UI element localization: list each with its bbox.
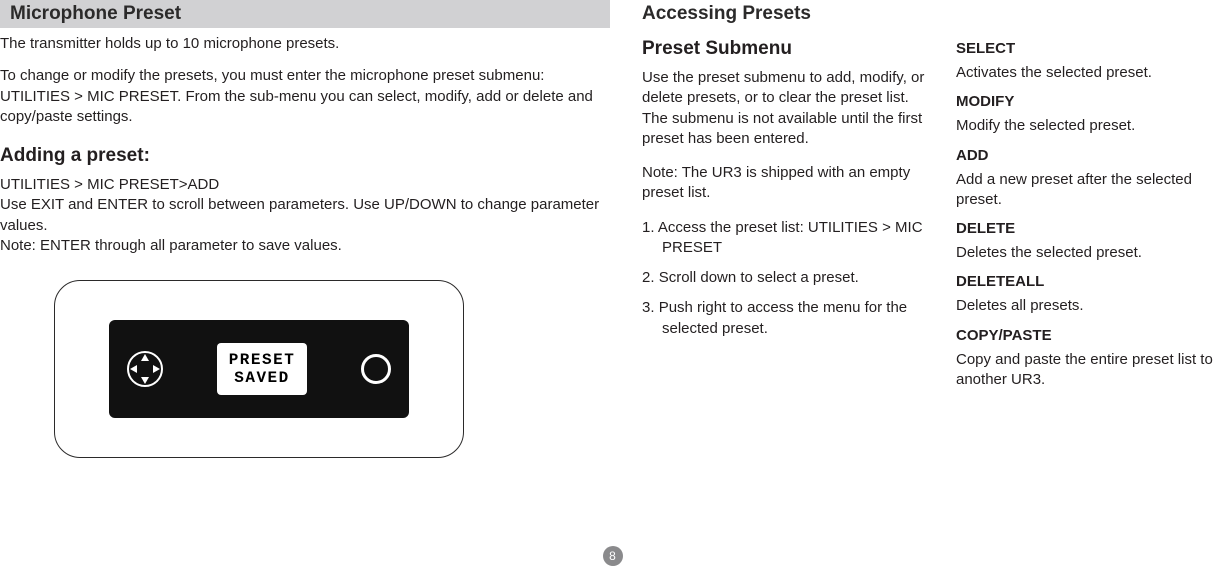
list-item: Push right to access the menu for the se…	[642, 298, 930, 339]
cmd-add: ADD	[956, 147, 1215, 164]
enter-button-icon	[361, 354, 391, 384]
adding-preset-title: Adding a preset:	[0, 145, 610, 167]
cmd-deleteall: DELETEALL	[956, 273, 1215, 290]
device-line1: PRESET	[229, 351, 296, 369]
cmd-copypaste: COPY/PASTE	[956, 327, 1215, 344]
cmd-copypaste-desc: Copy and paste the entire preset list to…	[956, 350, 1215, 391]
adding-path: UTILITIES > MIC PRESET>ADD	[0, 175, 610, 195]
cmd-add-desc: Add a new preset after the selected pres…	[956, 170, 1215, 211]
section-header-accessing-presets: Accessing Presets	[642, 0, 1215, 28]
adding-instructions: Use EXIT and ENTER to scroll between par…	[0, 195, 610, 236]
device-screen: PRESET SAVED	[109, 320, 409, 418]
page-number-value: 8	[609, 549, 616, 563]
cmd-modify-desc: Modify the selected preset.	[956, 116, 1215, 136]
cmd-deleteall-desc: Deletes all presets.	[956, 296, 1215, 316]
cmd-delete: DELETE	[956, 220, 1215, 237]
device-illustration: PRESET SAVED	[54, 280, 464, 458]
preset-submenu-body: Use the preset submenu to add, modify, o…	[642, 68, 930, 149]
cmd-select-desc: Activates the selected preset.	[956, 63, 1215, 83]
page-number: 8	[603, 546, 623, 566]
preset-steps: Access the preset list: UTILITIES > MIC …	[642, 218, 930, 339]
preset-submenu-title: Preset Submenu	[642, 38, 930, 60]
intro-1: The transmitter holds up to 10 microphon…	[0, 34, 610, 54]
section-title: Accessing Presets	[642, 3, 1215, 25]
intro-2: To change or modify the presets, you mus…	[0, 66, 610, 127]
device-message: PRESET SAVED	[217, 343, 308, 396]
section-header-microphone-preset: Microphone Preset	[0, 0, 610, 28]
cmd-modify: MODIFY	[956, 93, 1215, 110]
cmd-delete-desc: Deletes the selected preset.	[956, 243, 1215, 263]
preset-submenu-note: Note: The UR3 is shipped with an empty p…	[642, 163, 930, 204]
device-line2: SAVED	[229, 369, 296, 387]
section-title: Microphone Preset	[10, 3, 600, 25]
adding-note: Note: ENTER through all parameter to sav…	[0, 236, 610, 256]
list-item: Access the preset list: UTILITIES > MIC …	[642, 218, 930, 259]
list-item: Scroll down to select a preset.	[642, 268, 930, 288]
dpad-icon	[127, 351, 163, 387]
cmd-select: SELECT	[956, 40, 1215, 57]
